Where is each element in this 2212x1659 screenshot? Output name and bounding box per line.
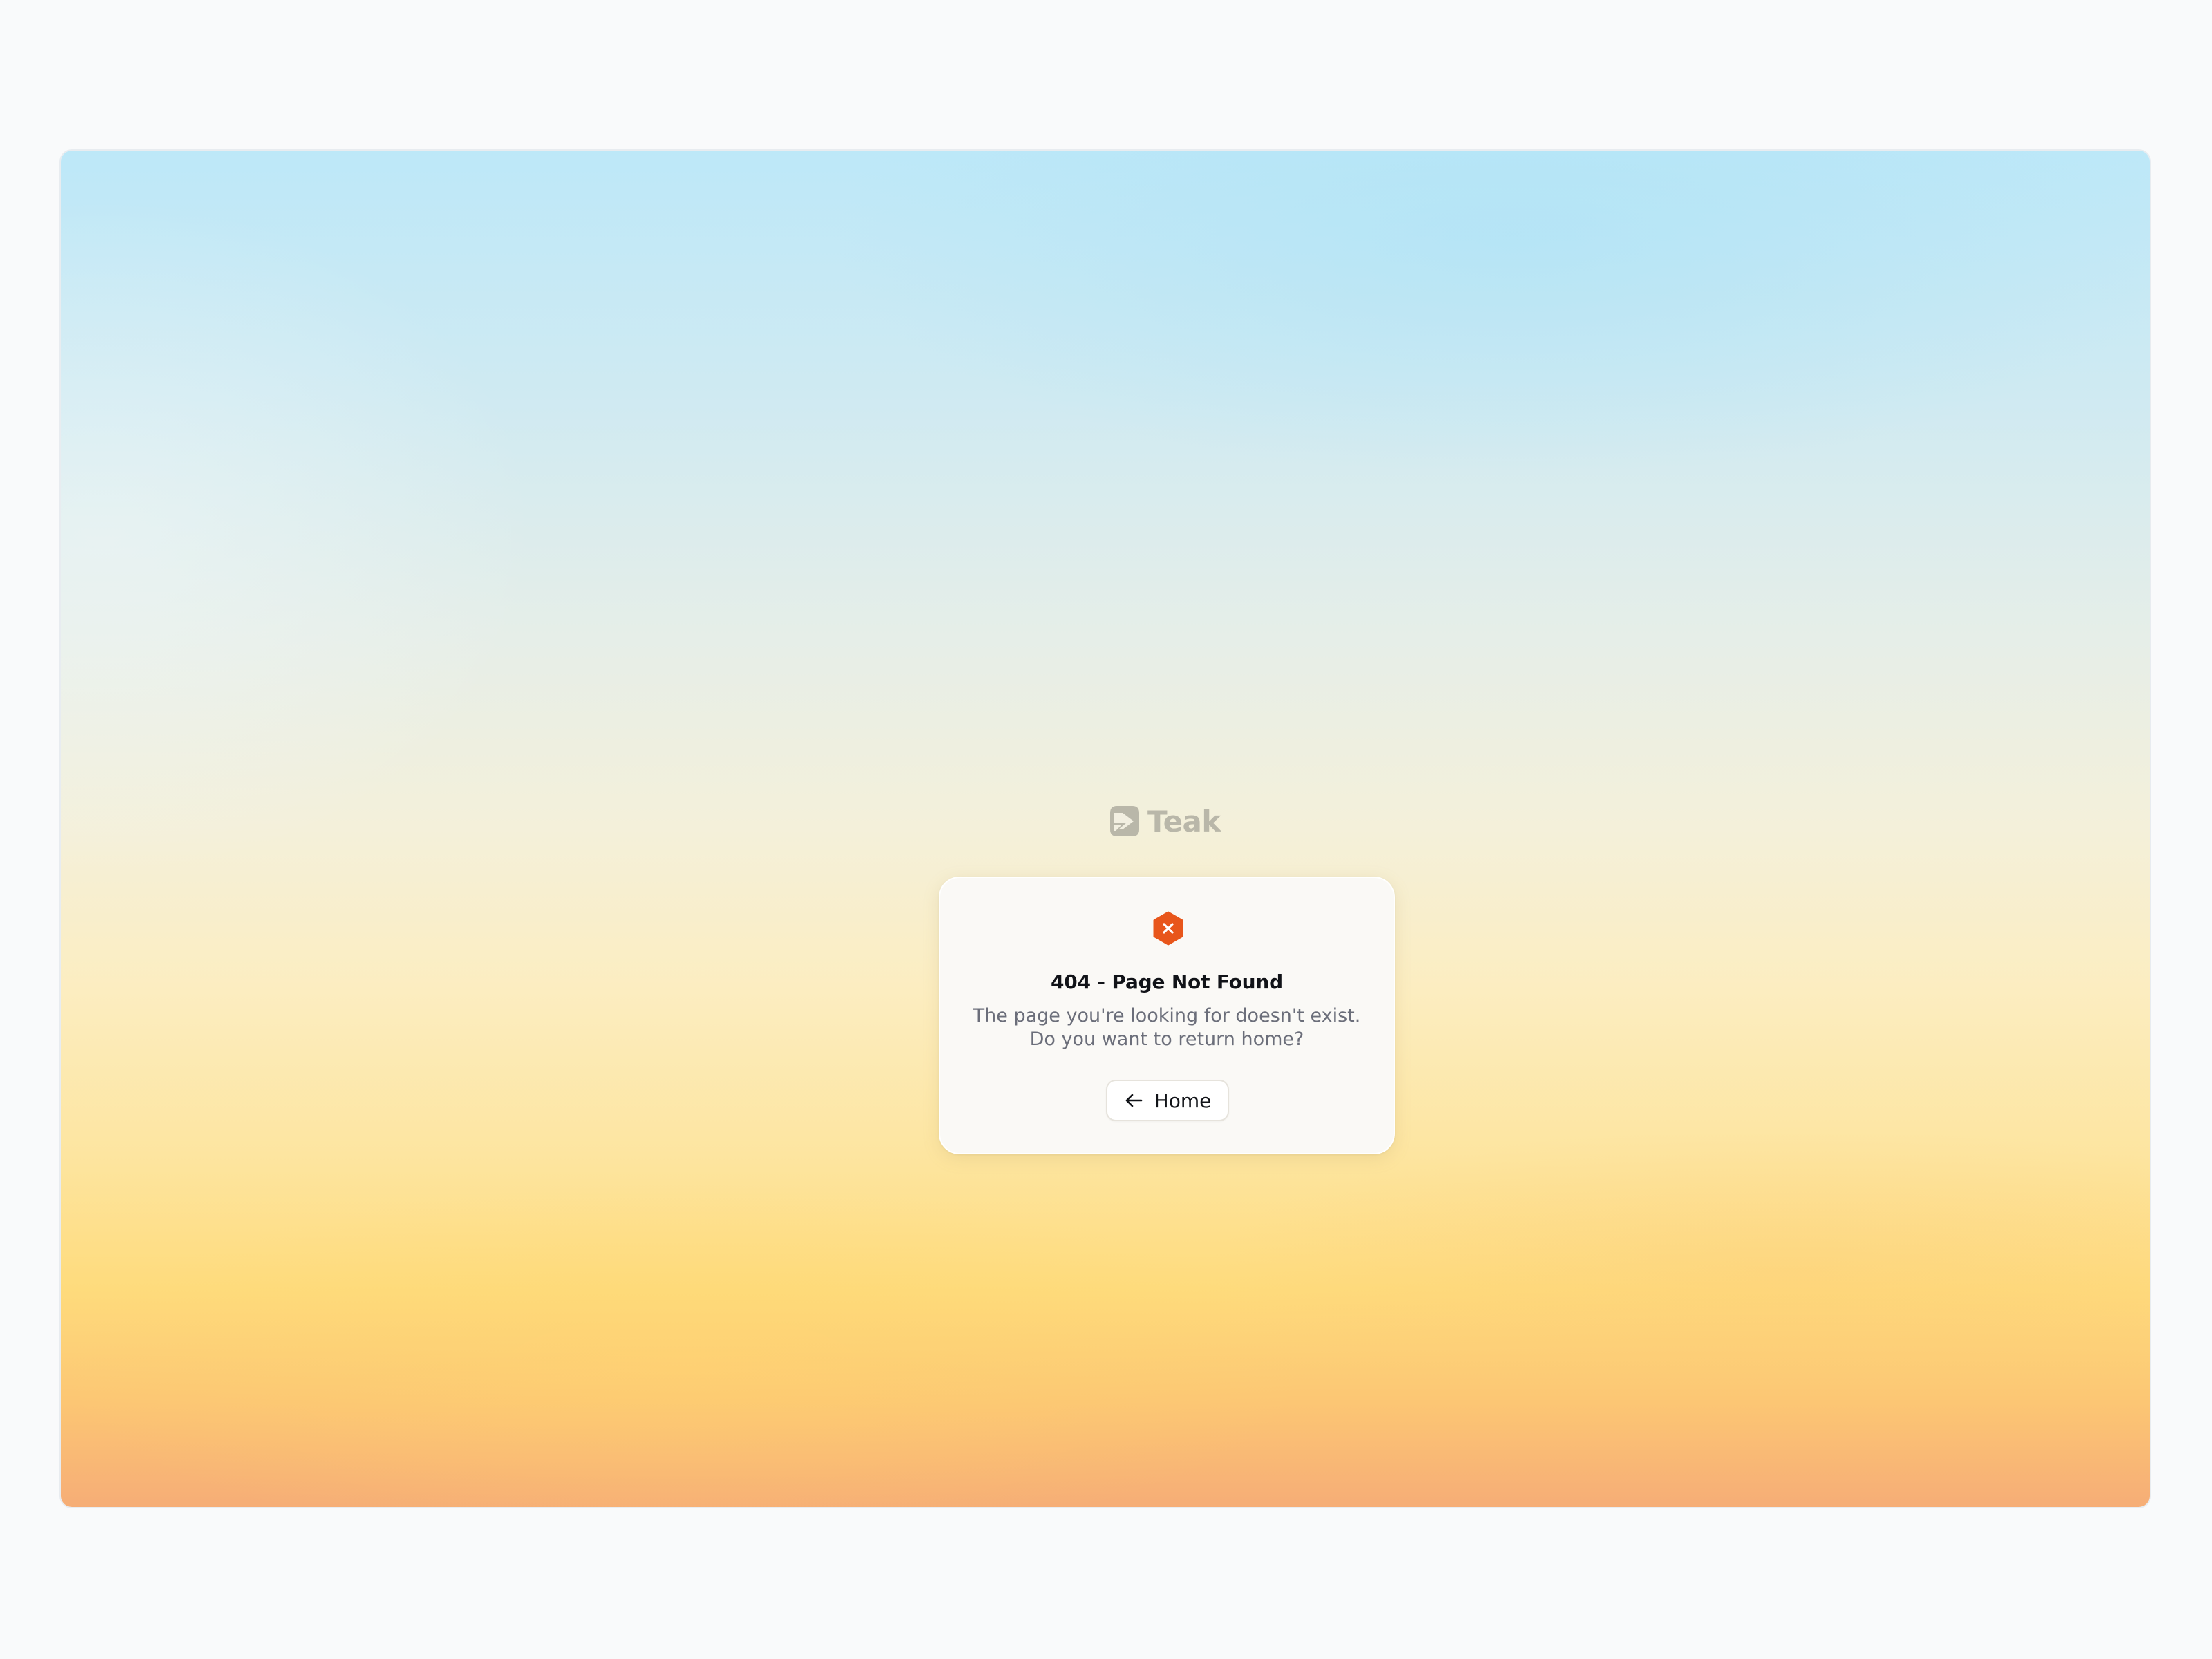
error-message-line-1: The page you're looking for doesn't exis… <box>973 1005 1361 1027</box>
error-hexagon-icon <box>1152 911 1184 946</box>
teak-logo-icon <box>1106 803 1142 839</box>
error-title: 404 - Page Not Found <box>1051 971 1283 993</box>
error-message: The page you're looking for doesn't exis… <box>961 1004 1373 1051</box>
home-button[interactable]: Home <box>1106 1080 1229 1121</box>
arrow-left-icon <box>1124 1092 1143 1109</box>
brand-name: Teak <box>1147 804 1221 838</box>
background-frame: Teak 404 - Page Not Found The page you'r… <box>61 151 2150 1507</box>
brand-logo: Teak <box>1106 800 1221 842</box>
error-card: 404 - Page Not Found The page you're loo… <box>939 877 1395 1154</box>
error-message-line-2: Do you want to return home? <box>1029 1029 1304 1050</box>
home-button-label: Home <box>1154 1089 1212 1112</box>
